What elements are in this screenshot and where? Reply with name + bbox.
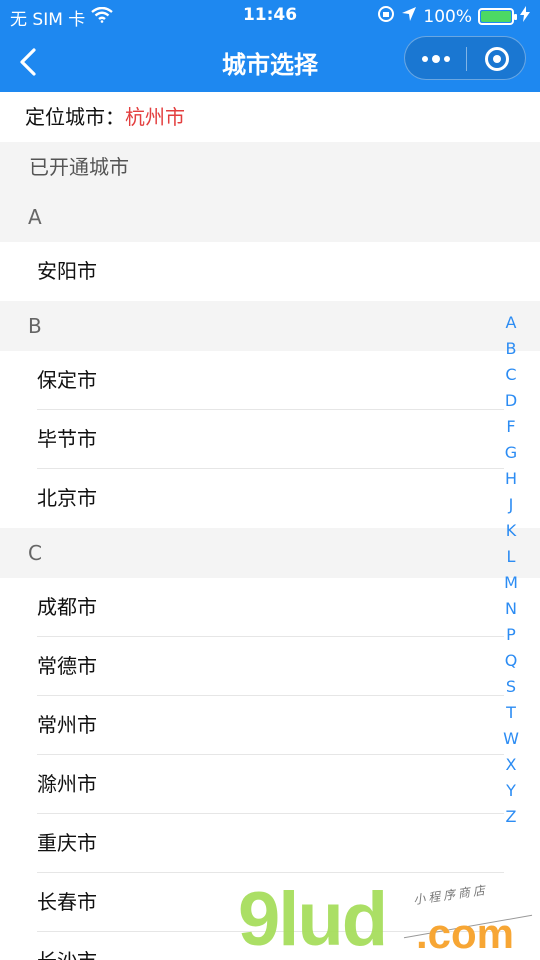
status-bar: 无 SIM 卡 11:46 100% bbox=[0, 0, 540, 32]
index-letter-c[interactable]: C bbox=[505, 362, 516, 388]
capsule-menu bbox=[404, 36, 526, 80]
opened-cities-header: 已开通城市 bbox=[0, 142, 540, 192]
index-letter-a[interactable]: A bbox=[506, 310, 517, 336]
location-row: 定位城市：杭州市 bbox=[0, 92, 540, 142]
city-list: 已开通城市 A 安阳市 B 保定市 毕节市 北京市 C 成都市 常德市 常州市 … bbox=[0, 142, 540, 960]
city-item[interactable]: 滁州市 bbox=[0, 755, 540, 814]
section-header-a: A bbox=[0, 192, 540, 242]
charging-icon bbox=[520, 6, 530, 27]
index-letter-m[interactable]: M bbox=[504, 570, 518, 596]
battery-percent: 100% bbox=[423, 6, 472, 27]
rotation-lock-icon bbox=[377, 5, 395, 28]
watermark-logo: 9lud 小程序商店 .com bbox=[238, 877, 538, 960]
index-letter-h[interactable]: H bbox=[505, 466, 517, 492]
watermark-tagline: 小程序商店 bbox=[412, 882, 489, 908]
battery-fill bbox=[481, 11, 511, 22]
alphabet-index: A B C D F G H J K L M N P Q S T W X Y Z bbox=[500, 310, 522, 830]
index-letter-s[interactable]: S bbox=[506, 674, 516, 700]
more-dot-icon bbox=[421, 56, 428, 62]
index-letter-g[interactable]: G bbox=[505, 440, 517, 466]
index-letter-x[interactable]: X bbox=[506, 752, 517, 778]
index-letter-b[interactable]: B bbox=[506, 336, 517, 362]
target-icon bbox=[484, 47, 509, 71]
watermark-brand: 9lud bbox=[238, 877, 388, 960]
index-letter-w[interactable]: W bbox=[503, 726, 519, 752]
index-letter-n[interactable]: N bbox=[505, 596, 517, 622]
location-label: 定位城市： bbox=[25, 105, 125, 129]
more-dot-icon bbox=[443, 56, 450, 62]
section-header-b: B bbox=[0, 301, 540, 351]
index-letter-y[interactable]: Y bbox=[506, 778, 516, 804]
section-header-c: C bbox=[0, 528, 540, 578]
index-letter-l[interactable]: L bbox=[507, 544, 516, 570]
city-item[interactable]: 毕节市 bbox=[0, 410, 540, 469]
index-letter-f[interactable]: F bbox=[506, 414, 515, 440]
more-dot-icon bbox=[431, 55, 440, 63]
index-letter-t[interactable]: T bbox=[506, 700, 516, 726]
index-letter-k[interactable]: K bbox=[506, 518, 517, 544]
index-letter-q[interactable]: Q bbox=[505, 648, 518, 674]
navigation-bar: 城市选择 bbox=[0, 32, 540, 92]
located-city[interactable]: 杭州市 bbox=[125, 105, 185, 129]
battery-icon bbox=[478, 8, 517, 25]
index-letter-z[interactable]: Z bbox=[506, 804, 517, 830]
watermark-tld: .com bbox=[416, 910, 515, 957]
city-item[interactable]: 北京市 bbox=[0, 469, 540, 528]
location-arrow-icon bbox=[401, 6, 417, 27]
city-item[interactable]: 保定市 bbox=[0, 351, 540, 410]
city-item[interactable]: 安阳市 bbox=[0, 242, 540, 301]
city-item[interactable]: 成都市 bbox=[0, 578, 540, 637]
top-bar: 无 SIM 卡 11:46 100% 城市选择 bbox=[0, 0, 540, 92]
index-letter-d[interactable]: D bbox=[505, 388, 517, 414]
close-miniprogram-button[interactable] bbox=[466, 37, 527, 81]
city-item[interactable]: 常州市 bbox=[0, 696, 540, 755]
city-item[interactable]: 常德市 bbox=[0, 637, 540, 696]
index-letter-j[interactable]: J bbox=[509, 492, 514, 518]
more-button[interactable] bbox=[405, 37, 466, 81]
index-letter-p[interactable]: P bbox=[506, 622, 516, 648]
city-item[interactable]: 重庆市 bbox=[0, 814, 540, 873]
